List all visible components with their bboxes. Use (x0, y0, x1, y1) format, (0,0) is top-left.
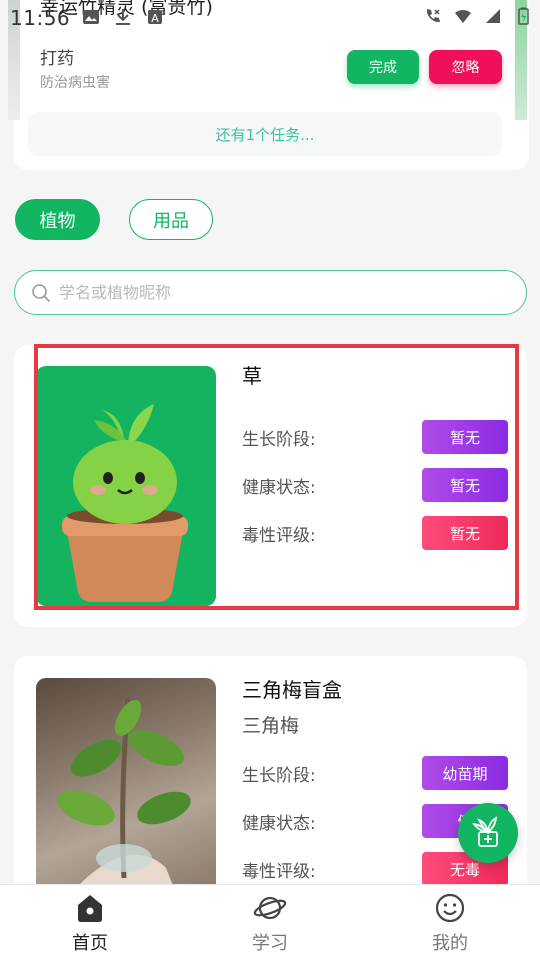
status-time: 11:56 (10, 6, 71, 30)
task-description: 防治病虫害 (40, 75, 110, 91)
status-system-icons (424, 7, 532, 25)
wifi-icon (455, 9, 471, 23)
nav-home[interactable]: 首页 (40, 891, 140, 957)
nav-mine[interactable]: 我的 (400, 891, 500, 957)
task-name: 打药 (40, 49, 74, 69)
tab-supplies[interactable]: 用品 (129, 199, 213, 240)
planet-icon (253, 896, 287, 920)
search-icon (32, 284, 51, 303)
plant-photo-bougainvillea[interactable] (36, 678, 216, 918)
image-icon (83, 10, 99, 24)
search-input[interactable] (59, 271, 499, 313)
ignore-button[interactable]: 忽略 (429, 50, 502, 84)
nav-home-label: 首页 (72, 933, 108, 954)
toxicity-badge: 暂无 (422, 516, 508, 550)
download-icon (116, 9, 130, 25)
health-status-label: 健康状态: (242, 814, 316, 834)
call-icon (426, 9, 440, 23)
done-button[interactable]: 完成 (347, 50, 419, 84)
bottom-nav: 首页 学习 我的 (0, 884, 540, 960)
plant-name: 草 (242, 364, 262, 388)
plant-name: 三角梅盲盒 (242, 678, 342, 702)
nav-learn[interactable]: 学习 (220, 891, 320, 957)
status-bar: 11:56 A (0, 0, 540, 36)
home-icon (78, 895, 102, 922)
signal-icon (486, 9, 500, 23)
toxicity-label: 毒性评级: (242, 862, 316, 882)
battery-icon (518, 7, 529, 25)
svg-text:A: A (151, 12, 159, 25)
smiley-icon (435, 893, 465, 923)
health-status-label: 健康状态: (242, 478, 316, 498)
add-plant-button[interactable] (458, 803, 518, 863)
growth-stage-badge: 暂无 (422, 420, 508, 454)
health-status-badge: 暂无 (422, 468, 508, 502)
add-plant-icon (472, 816, 498, 847)
nav-learn-label: 学习 (252, 933, 288, 954)
growth-stage-label: 生长阶段: (242, 766, 316, 786)
growth-stage-label: 生长阶段: (242, 430, 316, 450)
app-a-icon: A (148, 10, 162, 25)
toxicity-label: 毒性评级: (242, 526, 316, 546)
nav-mine-label: 我的 (432, 933, 468, 954)
status-notification-icons: A (82, 8, 164, 26)
sprout-mascot-illustration (62, 404, 188, 602)
plant-alias: 三角梅 (242, 715, 300, 737)
bougainvillea-photo (56, 697, 191, 918)
more-tasks-link[interactable]: 还有1个任务... (28, 112, 502, 156)
tab-plants[interactable]: 植物 (15, 199, 100, 240)
plant-photo-cartoon[interactable] (36, 366, 216, 606)
search-box[interactable] (14, 270, 527, 315)
growth-stage-badge: 幼苗期 (422, 756, 508, 790)
